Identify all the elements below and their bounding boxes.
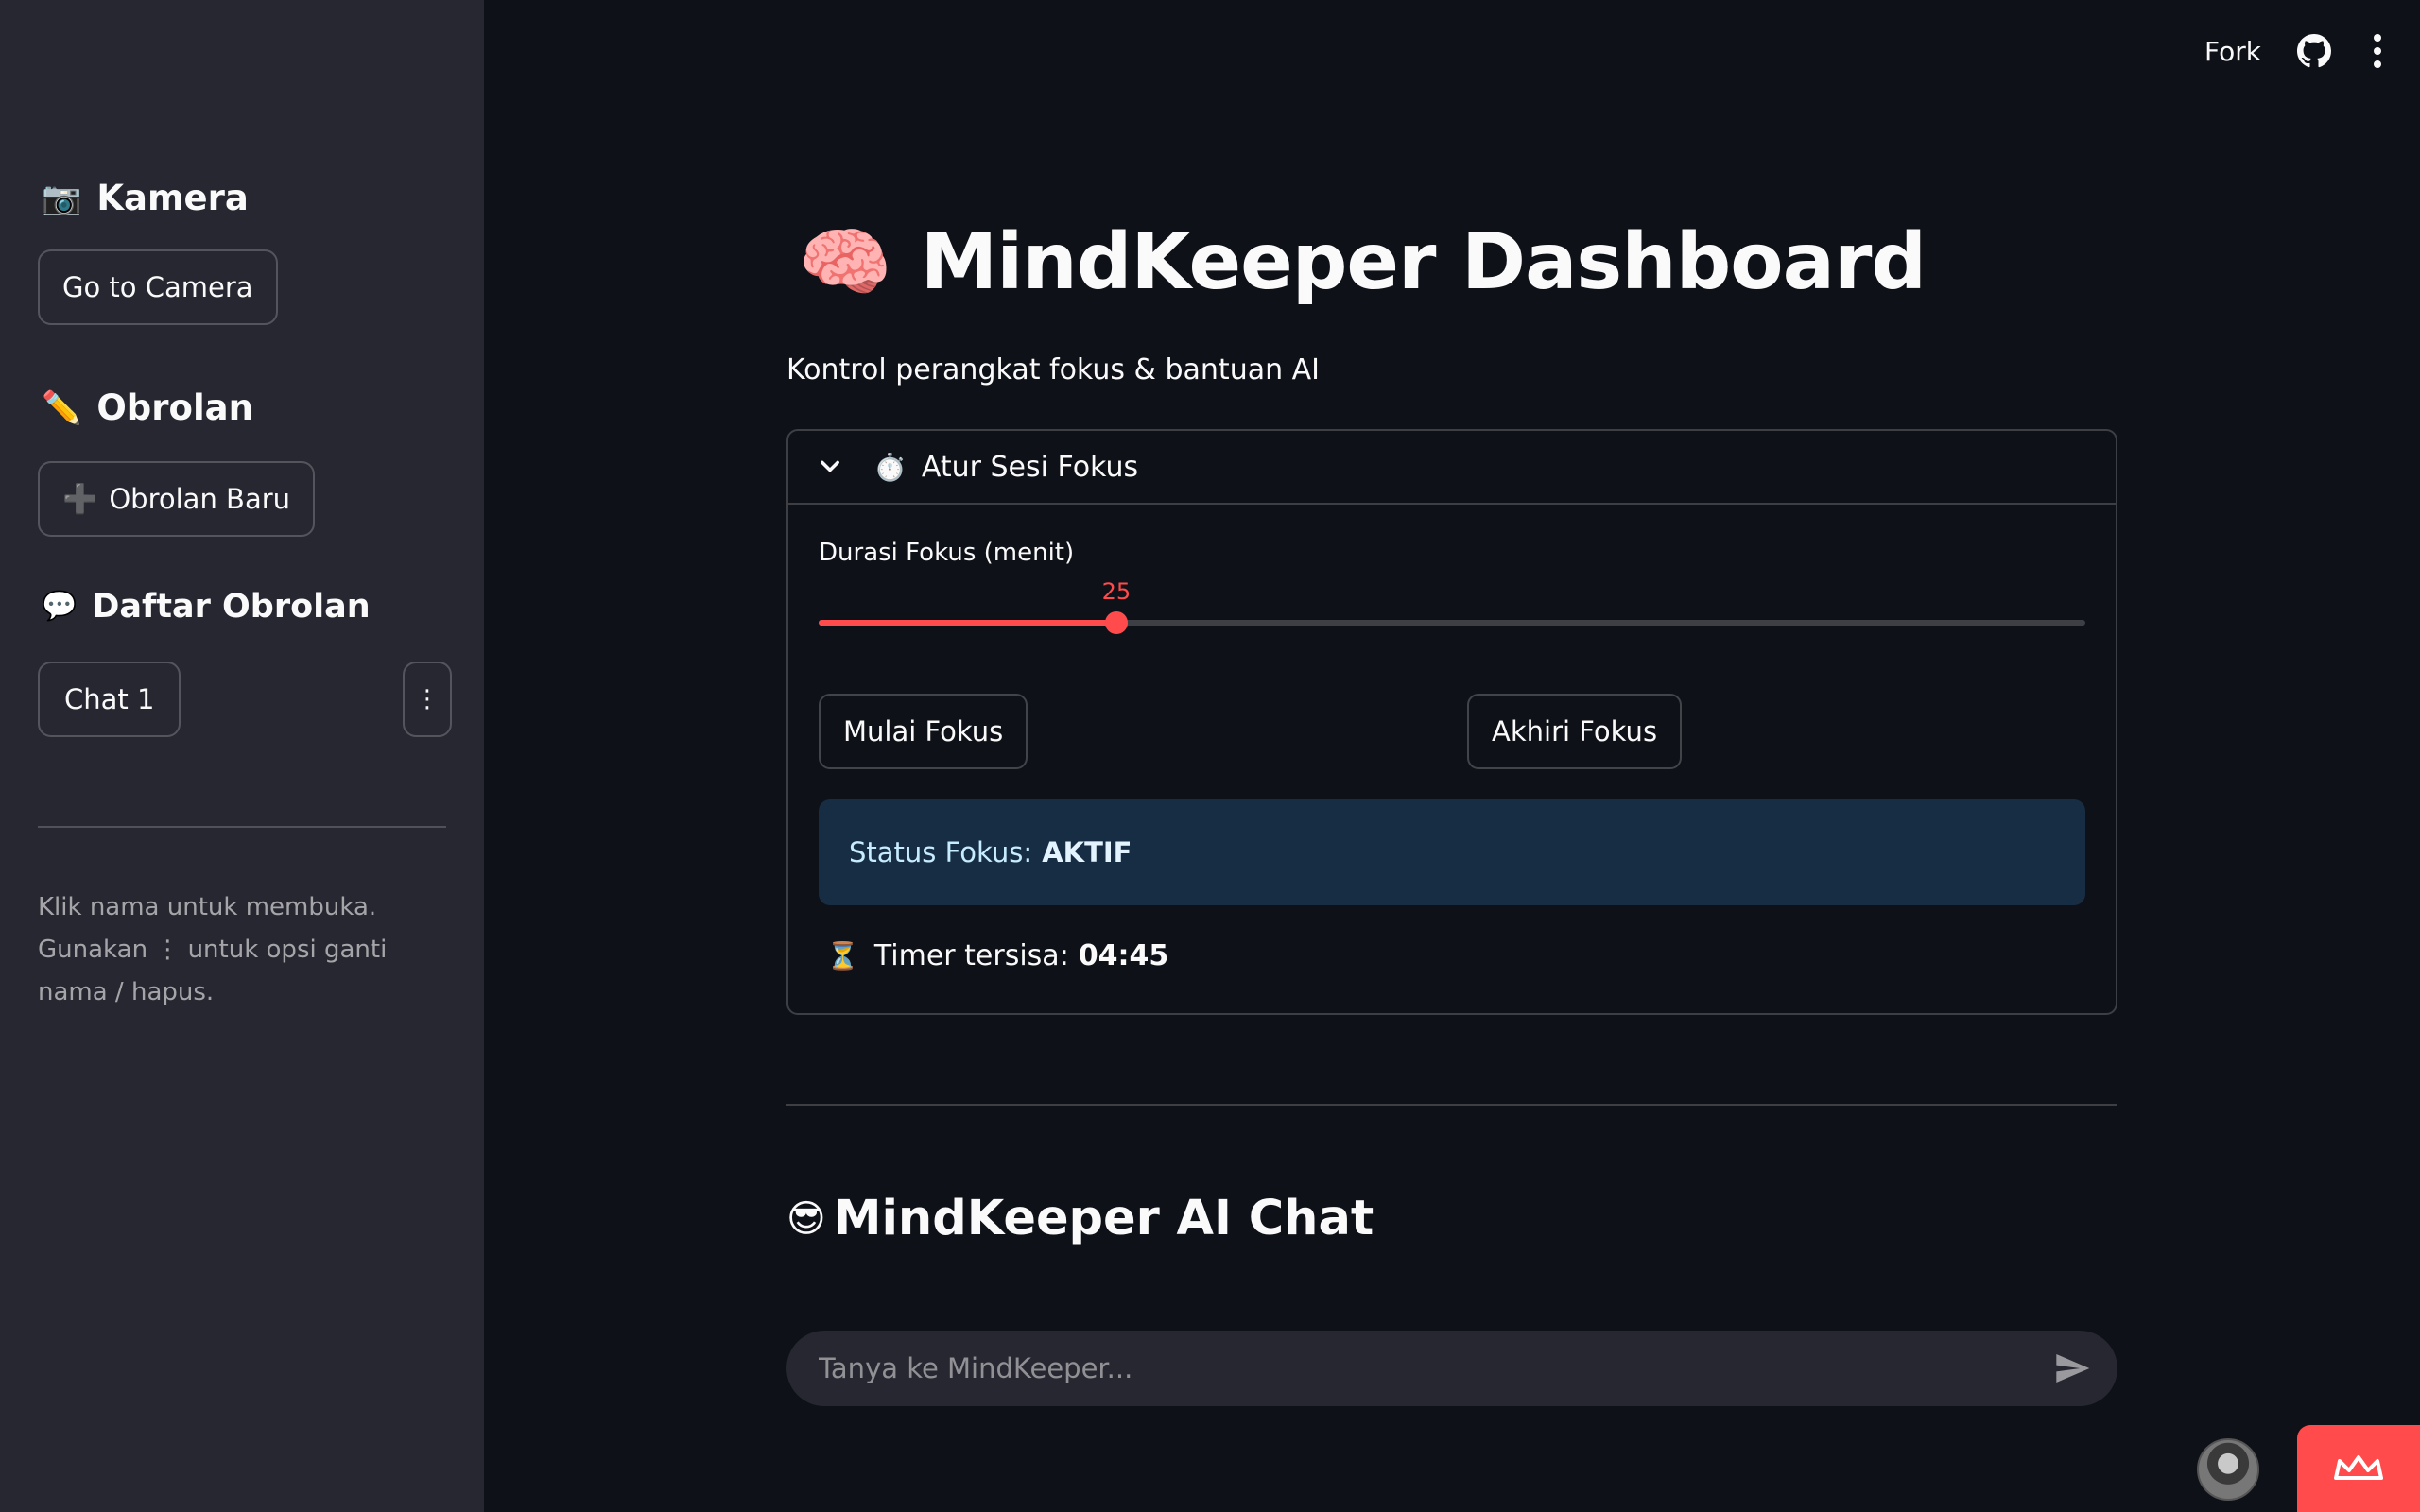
chat-section-title-row: 😎 MindKeeper AI Chat [786,1191,1374,1246]
sidebar-caption-line-1: Klik nama untuk membuka. [38,893,377,921]
sidebar-divider [38,826,446,828]
slider-fill [819,620,1116,626]
focus-duration-value: 25 [1101,578,1132,605]
focus-status-label: Status Fokus: [849,836,1033,868]
streamlit-badge[interactable] [2297,1425,2420,1512]
crown-icon [2334,1455,2383,1480]
focus-status-box: Status Fokus: AKTIF [819,799,2085,905]
chat-section-title: MindKeeper AI Chat [833,1191,1374,1246]
focus-duration-slider[interactable] [819,611,2085,634]
chat-heading: ✏️ Obrolan [42,387,253,428]
camera-heading-label: Kamera [96,178,249,218]
timer-value: 04:45 [1078,939,1169,972]
sunglasses-icon: 😎 [786,1196,826,1241]
top-toolbar: Fork [2204,34,2382,68]
start-focus-button[interactable]: Mulai Fokus [819,694,1028,769]
send-icon[interactable] [2053,1349,2091,1387]
new-chat-button[interactable]: ➕ Obrolan Baru [38,461,316,537]
focus-status-value: AKTIF [1042,836,1132,868]
chat-list-item[interactable]: Chat 1 [38,662,182,737]
chat-list-heading-label: Daftar Obrolan [92,588,371,626]
end-focus-button[interactable]: Akhiri Fokus [1467,694,1683,769]
brain-icon: 🧠 [798,217,892,306]
new-chat-label: Obrolan Baru [109,483,291,515]
sidebar-caption-line-2: Gunakan ⋮ untuk opsi ganti nama / hapus. [38,936,388,1006]
sidebar-caption: Klik nama untuk membuka. Gunakan ⋮ untuk… [38,886,454,1014]
focus-session-expander-header[interactable]: ⏱️ Atur Sesi Fokus [788,431,2116,505]
timer-row: ⏳ Timer tersisa: 04:45 [826,939,1168,972]
chat-heading-label: Obrolan [96,387,253,428]
chevron-down-icon [821,460,839,472]
focus-session-expander: ⏱️ Atur Sesi Fokus Durasi Fokus (menit) … [786,429,2118,1015]
page-subtitle: Kontrol perangkat fokus & bantuan AI [786,353,1321,387]
fork-link[interactable]: Fork [2204,36,2261,67]
main-divider [786,1104,2118,1106]
chat-input[interactable] [819,1352,2053,1384]
stopwatch-icon: ⏱️ [873,451,907,483]
hourglass-icon: ⏳ [826,940,859,971]
app-root: 📷 Kamera Go to Camera ✏️ Obrolan ➕ Obrol… [0,0,2420,1512]
kebab-menu-icon[interactable] [2373,34,2382,68]
main-content: 🧠 MindKeeper Dashboard Kontrol perangkat… [786,0,2118,1512]
expander-title: Atur Sesi Fokus [921,450,1139,484]
page-title: MindKeeper Dashboard [920,217,1927,307]
github-icon[interactable] [2297,34,2331,68]
speech-bubble-icon: 💬 [42,590,78,623]
chat-list-heading: 💬 Daftar Obrolan [42,588,371,626]
chat-input-container [786,1331,2118,1406]
camera-icon: 📷 [42,179,82,217]
user-avatar[interactable] [2197,1438,2259,1501]
go-to-camera-button[interactable]: Go to Camera [38,249,278,325]
timer-label: Timer tersisa: [873,939,1069,972]
focus-duration-label: Durasi Fokus (menit) [819,539,1075,567]
sidebar: 📷 Kamera Go to Camera ✏️ Obrolan ➕ Obrol… [0,0,484,1512]
slider-thumb[interactable] [1104,611,1128,634]
chat-options-button[interactable]: ⋮ [403,662,452,737]
plus-icon: ➕ [62,482,98,516]
page-title-row: 🧠 MindKeeper Dashboard [798,217,1927,307]
pencil-icon: ✏️ [42,388,82,427]
camera-heading: 📷 Kamera [42,178,249,218]
